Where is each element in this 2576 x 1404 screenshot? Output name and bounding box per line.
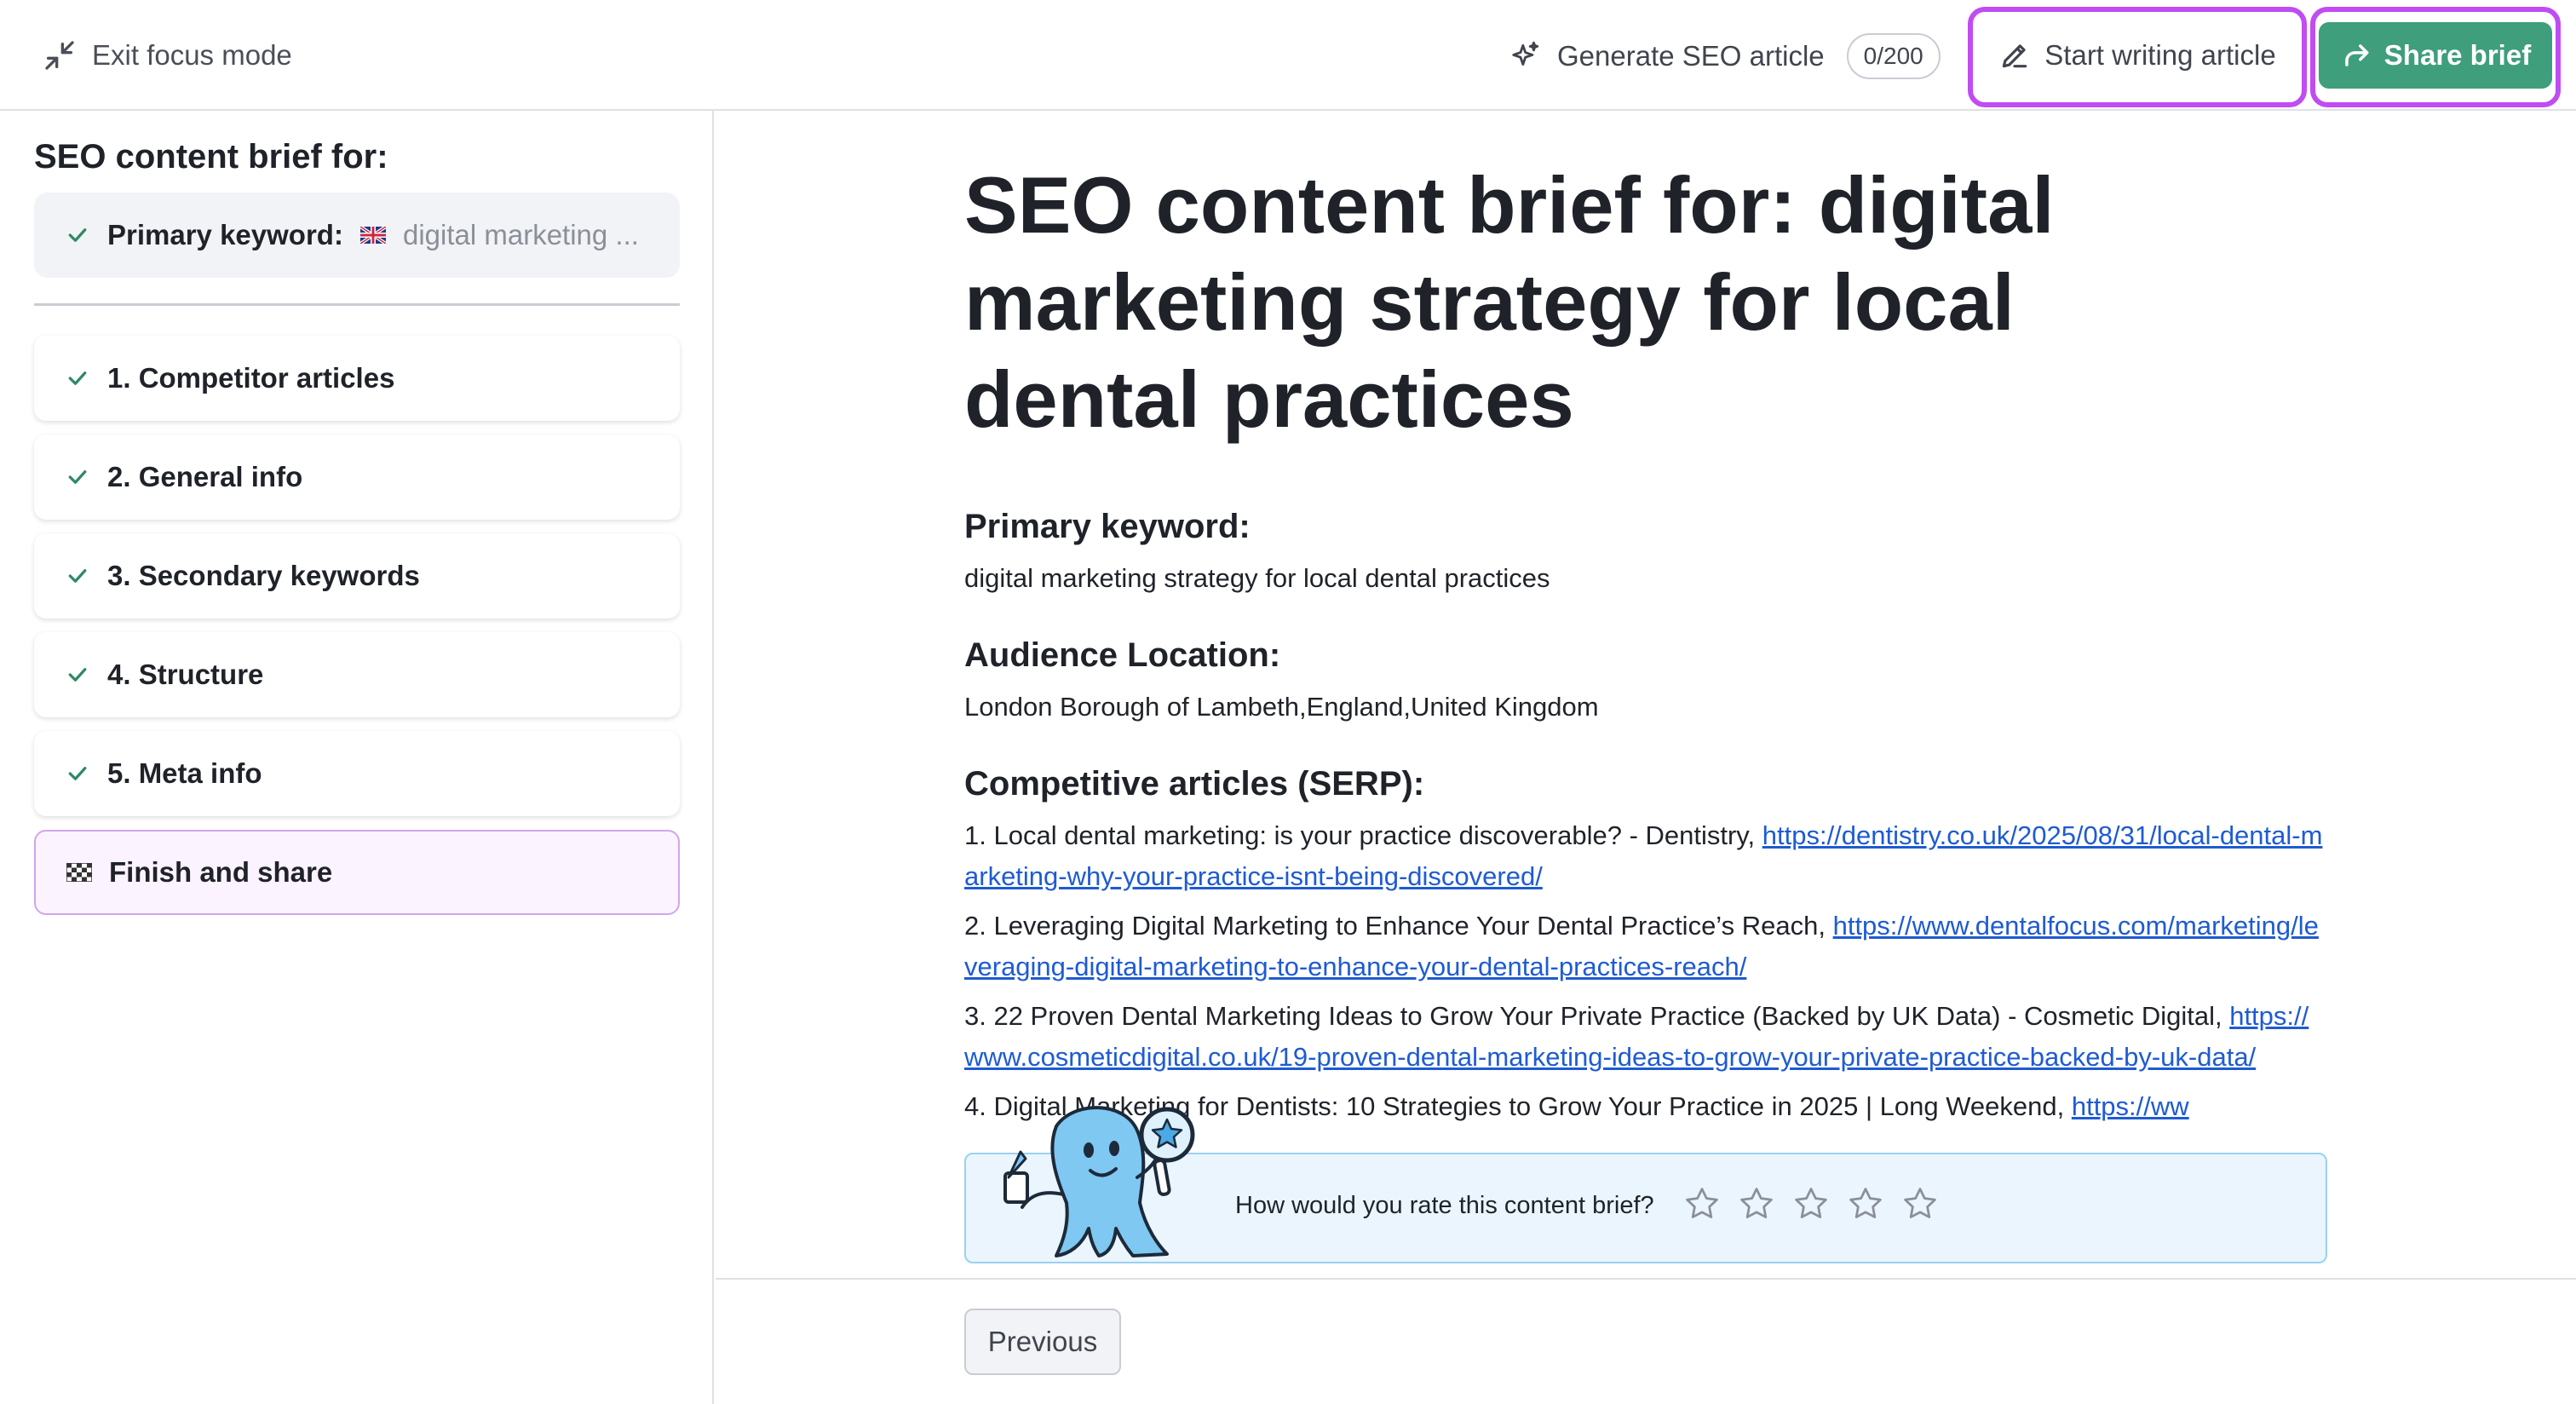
- main-content: SEO content brief for: digital marketing…: [716, 111, 2576, 1278]
- serp-heading: Competitive articles (SERP):: [964, 765, 1425, 803]
- pencil-icon: [2003, 44, 2027, 68]
- brief-document: SEO content brief for: digital marketing…: [964, 157, 2344, 1136]
- collapse-arrows-icon: [45, 41, 74, 70]
- sparkle-icon: [1512, 41, 1539, 66]
- serp-link[interactable]: https://ww: [2072, 1091, 2189, 1121]
- bottom-bar: Previous: [716, 1278, 2576, 1404]
- generate-seo-article-label: Generate SEO article: [1557, 40, 1825, 72]
- share-arrow-icon: [2344, 44, 2369, 66]
- audience-location-heading: Audience Location:: [964, 636, 1281, 674]
- check-icon: [68, 371, 87, 385]
- star-icon[interactable]: [1683, 1185, 1721, 1223]
- uk-flag-icon: [359, 227, 386, 244]
- serp-list: 1. Local dental marketing: is your pract…: [964, 815, 2327, 1127]
- sidebar-step-label: 4. Structure: [107, 659, 264, 690]
- check-icon: [68, 668, 87, 682]
- mascot-illustration: [1003, 1106, 1195, 1257]
- top-bar: Exit focus mode Generate SEO article 0/2…: [0, 0, 2576, 111]
- rating-stars: [1683, 1185, 1939, 1223]
- sidebar-step-secondary-keywords[interactable]: 3. Secondary keywords: [34, 533, 680, 619]
- list-item: 1. Local dental marketing: is your pract…: [964, 820, 2323, 891]
- exit-focus-mode-label: Exit focus mode: [92, 39, 292, 71]
- start-writing-article-label: Start writing article: [2044, 39, 2276, 71]
- primary-keyword-label: Primary keyword:: [107, 219, 343, 250]
- share-brief-button[interactable]: Share brief: [2319, 22, 2552, 89]
- list-item: 2. Leveraging Digital Marketing to Enhan…: [964, 911, 2319, 981]
- checkered-flag-icon: [66, 863, 92, 882]
- check-icon: [68, 470, 87, 484]
- sidebar-step-label: 1. Competitor articles: [107, 362, 395, 394]
- sidebar-step-structure[interactable]: 4. Structure: [34, 632, 680, 717]
- rating-prompt: How would you rate this content brief?: [1235, 1192, 1654, 1219]
- star-icon[interactable]: [1847, 1185, 1884, 1223]
- check-icon: [68, 569, 87, 583]
- star-icon[interactable]: [1738, 1185, 1775, 1223]
- list-item: 3. 22 Proven Dental Marketing Ideas to G…: [964, 1001, 2309, 1072]
- sidebar-divider: [34, 303, 680, 306]
- sidebar-step-meta-info[interactable]: 5. Meta info: [34, 731, 680, 816]
- star-icon[interactable]: [1901, 1185, 1939, 1223]
- start-writing-article-button[interactable]: Start writing article: [1975, 12, 2300, 99]
- sidebar-step-finish-and-share[interactable]: Finish and share: [34, 830, 680, 915]
- sidebar-step-competitor-articles[interactable]: 1. Competitor articles: [34, 336, 680, 421]
- check-icon: [68, 228, 87, 242]
- sidebar-title: SEO content brief for:: [34, 138, 388, 176]
- primary-keyword-text: digital marketing strategy for local den…: [964, 563, 1550, 593]
- page-title: SEO content brief for: digital marketing…: [964, 160, 2055, 444]
- check-icon: [68, 767, 87, 780]
- generate-counter-badge: 0/200: [1846, 33, 1941, 79]
- share-brief-label: Share brief: [2383, 39, 2532, 71]
- exit-focus-mode-button[interactable]: Exit focus mode: [43, 34, 292, 77]
- primary-keyword-card[interactable]: Primary keyword: digital marketing ...: [34, 193, 680, 278]
- sidebar: SEO content brief for: Primary keyword: …: [0, 111, 714, 1404]
- primary-keyword-heading: Primary keyword:: [964, 508, 1251, 545]
- sidebar-step-general-info[interactable]: 2. General info: [34, 434, 680, 520]
- sidebar-step-label: Finish and share: [109, 856, 333, 888]
- star-icon[interactable]: [1792, 1185, 1830, 1223]
- sidebar-step-label: 5. Meta info: [107, 757, 262, 789]
- audience-location-text: London Borough of Lambeth,England,United…: [964, 692, 1599, 722]
- sidebar-step-label: 2. General info: [107, 461, 303, 492]
- primary-keyword-value: digital marketing ...: [402, 219, 639, 250]
- generate-seo-article-button[interactable]: Generate SEO article 0/200: [1509, 32, 1941, 80]
- previous-button[interactable]: Previous: [964, 1309, 1121, 1375]
- sidebar-step-label: 3. Secondary keywords: [107, 560, 420, 591]
